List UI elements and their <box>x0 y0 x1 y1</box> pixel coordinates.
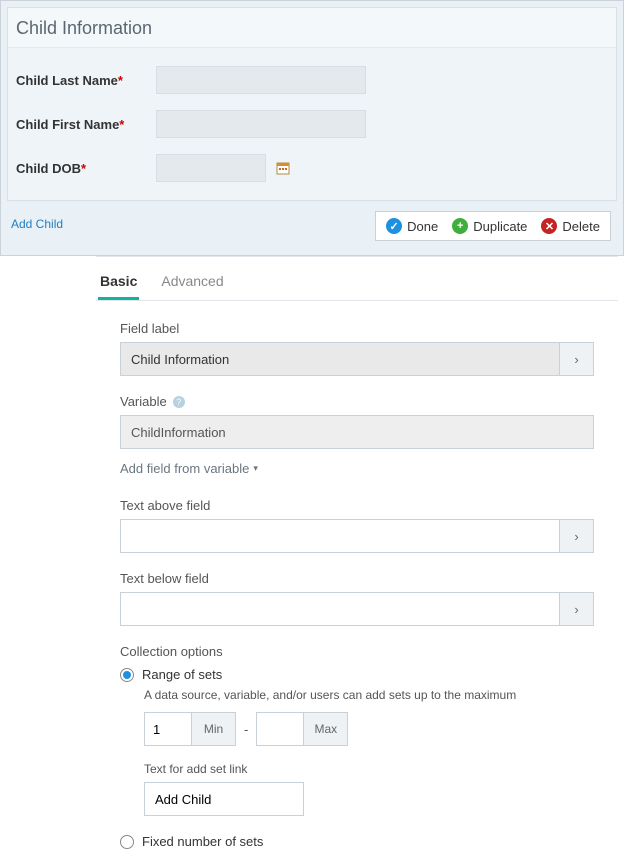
variable-input[interactable] <box>120 415 594 449</box>
range-description: A data source, variable, and/or users ca… <box>144 688 594 702</box>
add-child-link[interactable]: Add Child <box>11 213 63 231</box>
editor-panel: Basic Advanced Field label › Variable ? … <box>96 256 618 865</box>
group-box: Child Information Child Last Name* Child… <box>7 7 617 201</box>
done-button[interactable]: ✓ Done <box>386 218 438 234</box>
preview-panel: Child Information Child Last Name* Child… <box>0 0 624 256</box>
radio-icon-checked <box>120 668 134 682</box>
collection-options-header: Collection options <box>120 644 594 659</box>
help-icon[interactable]: ? <box>173 396 185 408</box>
chevron-right-icon: › <box>574 602 578 617</box>
text-above-input[interactable] <box>120 519 560 553</box>
tabs: Basic Advanced <box>96 257 618 301</box>
text-below-expand-button[interactable]: › <box>560 592 594 626</box>
add-field-from-variable-link[interactable]: Add field from variable ▾ <box>120 461 594 476</box>
chevron-right-icon: › <box>574 529 578 544</box>
range-row: Min - Max <box>144 712 594 746</box>
fields-block: Child Last Name* Child First Name* Child… <box>8 47 616 200</box>
label-first-name: Child First Name* <box>16 117 156 132</box>
text-below-label: Text below field <box>120 571 594 586</box>
delete-button[interactable]: ✕ Delete <box>541 218 600 234</box>
editor-body: Field label › Variable ? Add field from … <box>96 301 618 865</box>
group-title: Child Information <box>8 8 616 47</box>
input-dob[interactable] <box>156 154 266 182</box>
action-bar: ✓ Done + Duplicate ✕ Delete <box>375 211 611 241</box>
text-below-input[interactable] <box>120 592 560 626</box>
radio-fixed-label: Fixed number of sets <box>142 834 263 849</box>
duplicate-label: Duplicate <box>473 219 527 234</box>
field-label-label: Field label <box>120 321 594 336</box>
preview-footer: Add Child ✓ Done + Duplicate ✕ Delete <box>1 207 623 255</box>
add-set-link-input[interactable] <box>144 782 304 816</box>
min-input[interactable] <box>145 713 191 745</box>
radio-range-label: Range of sets <box>142 667 222 682</box>
field-row-first-name: Child First Name* <box>16 102 608 146</box>
tab-basic[interactable]: Basic <box>98 265 139 300</box>
text-above-expand-button[interactable]: › <box>560 519 594 553</box>
field-label-input[interactable] <box>120 342 560 376</box>
chevron-right-icon: › <box>574 352 578 367</box>
field-label-expand-button[interactable]: › <box>560 342 594 376</box>
field-row-dob: Child DOB* <box>16 146 608 190</box>
radio-range-of-sets[interactable]: Range of sets <box>120 667 594 682</box>
done-icon: ✓ <box>386 218 402 234</box>
duplicate-button[interactable]: + Duplicate <box>452 218 527 234</box>
duplicate-icon: + <box>452 218 468 234</box>
delete-label: Delete <box>562 219 600 234</box>
max-label: Max <box>303 713 347 745</box>
radio-icon-unchecked <box>120 835 134 849</box>
min-label: Min <box>191 713 235 745</box>
radio-fixed-sets[interactable]: Fixed number of sets <box>120 834 594 849</box>
text-above-label: Text above field <box>120 498 594 513</box>
min-group: Min <box>144 712 236 746</box>
add-set-link-label: Text for add set link <box>144 762 594 776</box>
calendar-icon[interactable] <box>274 159 292 177</box>
variable-label: Variable ? <box>120 394 594 409</box>
range-dash: - <box>244 722 248 737</box>
delete-icon: ✕ <box>541 218 557 234</box>
max-group: Max <box>256 712 348 746</box>
max-input[interactable] <box>257 713 303 745</box>
done-label: Done <box>407 219 438 234</box>
tab-advanced[interactable]: Advanced <box>159 265 225 300</box>
label-last-name: Child Last Name* <box>16 73 156 88</box>
caret-down-icon: ▾ <box>253 463 258 474</box>
input-first-name[interactable] <box>156 110 366 138</box>
range-sub-block: A data source, variable, and/or users ca… <box>144 688 594 816</box>
field-row-last-name: Child Last Name* <box>16 58 608 102</box>
label-dob: Child DOB* <box>16 161 156 176</box>
input-last-name[interactable] <box>156 66 366 94</box>
